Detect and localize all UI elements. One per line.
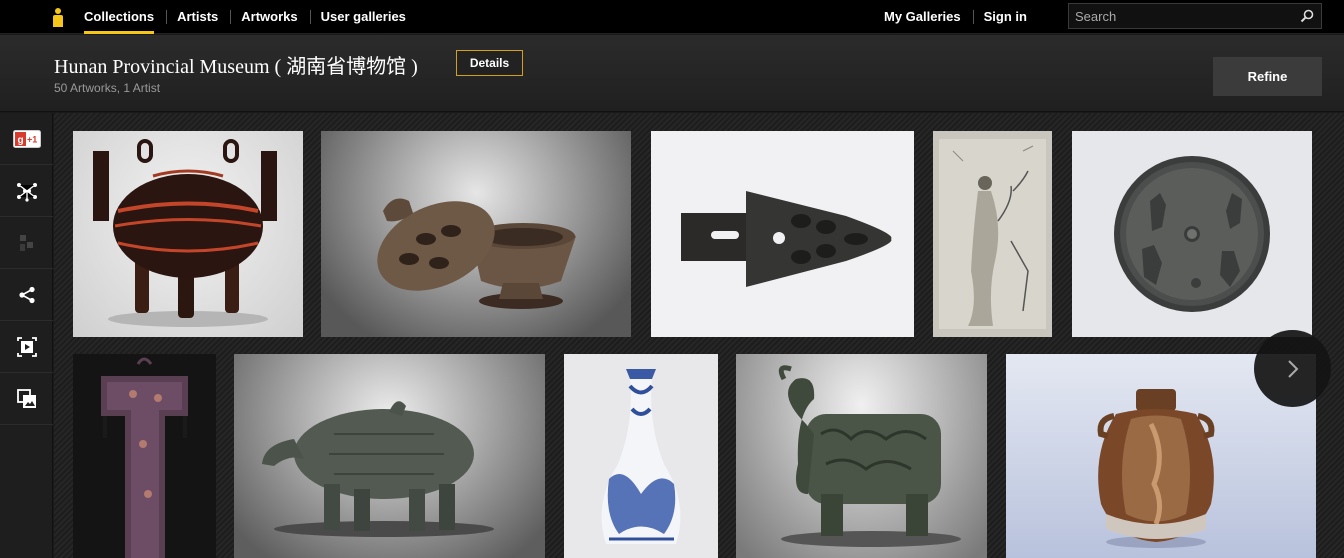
nav-divider (309, 10, 311, 24)
artwork-tile-bronze-elephant[interactable] (736, 354, 987, 558)
add-to-gallery-icon (16, 388, 36, 408)
google-plus-one-button[interactable]: g +1 (0, 113, 53, 165)
details-button[interactable]: Details (456, 50, 523, 76)
share-button[interactable] (0, 269, 53, 321)
slideshow-icon (16, 336, 37, 357)
primary-nav: Collections Artists Artworks User galler… (84, 0, 412, 34)
plus-one-label: +1 (27, 134, 37, 144)
artwork-tile-blue-white-vase[interactable] (564, 354, 718, 558)
refine-button[interactable]: Refine (1213, 57, 1322, 96)
next-page-button[interactable] (1254, 330, 1331, 407)
search-input[interactable] (1069, 4, 1321, 28)
artwork-tile-figure-painting[interactable] (933, 131, 1052, 337)
top-navigation-bar: Collections Artists Artworks User galler… (0, 0, 1344, 34)
nav-collections[interactable]: Collections (84, 0, 160, 34)
artwork-tile-bronze-spearhead[interactable] (651, 131, 914, 337)
add-to-gallery-button[interactable] (0, 373, 53, 425)
artwork-tile-lacquer-ding[interactable] (73, 131, 303, 337)
page-title: Hunan Provincial Museum ( 湖南省博物馆 ) (54, 56, 418, 78)
share-icon (18, 286, 35, 303)
artwork-tile-bronze-boar[interactable] (234, 354, 545, 558)
artwork-image (681, 191, 892, 287)
nav-artworks[interactable]: Artworks (241, 0, 303, 34)
side-toolbar: g +1 (0, 113, 53, 558)
artwork-tile-bronze-mirror[interactable] (1072, 131, 1312, 337)
nav-divider (166, 10, 168, 24)
artwork-grid (54, 113, 1344, 558)
account-nav: My Galleries Sign in (884, 0, 1033, 34)
search-box (1068, 3, 1322, 29)
qr-icon (19, 234, 33, 251)
pegman-logo-icon[interactable] (52, 8, 64, 28)
chevron-right-icon (1287, 359, 1298, 378)
collection-count: 50 Artworks, 1 Artist (54, 81, 161, 95)
google-plus-one-icon: g +1 (12, 129, 41, 148)
artwork-image (939, 139, 1046, 329)
related-network-button[interactable] (0, 165, 53, 217)
nav-user-galleries[interactable]: User galleries (321, 0, 412, 34)
network-icon (16, 182, 37, 202)
slideshow-button[interactable] (0, 321, 53, 373)
artwork-image (93, 139, 277, 327)
artwork-image (101, 357, 188, 558)
collection-header: Hunan Provincial Museum ( 湖南省博物馆 ) Detai… (0, 35, 1344, 112)
nav-artists[interactable]: Artists (177, 0, 224, 34)
artwork-image (601, 369, 681, 544)
qr-code-button[interactable] (0, 217, 53, 269)
sign-in-link[interactable]: Sign in (984, 0, 1033, 34)
nav-my-galleries[interactable]: My Galleries (884, 0, 967, 34)
artwork-tile-ceramic-incense-burner[interactable] (321, 131, 631, 337)
nav-divider (230, 10, 232, 24)
artwork-image (778, 365, 961, 547)
search-icon[interactable] (1300, 9, 1314, 23)
artwork-image (262, 401, 494, 537)
svg-text:g: g (17, 135, 23, 146)
artwork-image (1114, 156, 1270, 312)
nav-divider (972, 10, 974, 24)
artwork-tile-silk-banner[interactable] (73, 354, 216, 558)
artwork-image (377, 198, 576, 309)
